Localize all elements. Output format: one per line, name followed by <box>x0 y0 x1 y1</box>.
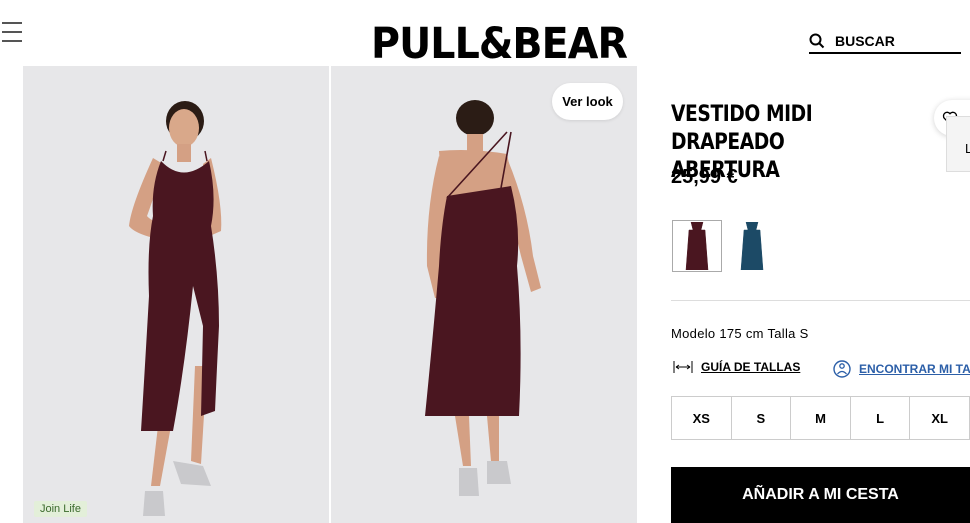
search-icon <box>809 33 825 49</box>
hamburger-icon[interactable] <box>2 22 22 42</box>
color-swatch-teal[interactable] <box>727 220 777 272</box>
brand-logo[interactable]: PULL&BEAR <box>371 18 628 70</box>
size-option-s[interactable]: S <box>732 397 792 439</box>
add-to-cart-button[interactable]: AÑADIR A MI CESTA <box>671 467 970 523</box>
color-swatch-burgundy[interactable] <box>672 220 722 272</box>
size-option-xl[interactable]: XL <box>910 397 969 439</box>
size-finder-label: ENCONTRAR MI TALLA <box>859 362 970 376</box>
size-guide-link[interactable]: GUÍA DE TALLAS <box>673 360 800 374</box>
join-life-badge: Join Life <box>34 501 87 517</box>
ruler-icon <box>673 361 693 373</box>
product-price: 25,99 € <box>671 166 738 188</box>
size-option-xs[interactable]: XS <box>672 397 732 439</box>
size-option-l[interactable]: L <box>851 397 911 439</box>
product-photo-front[interactable] <box>23 66 329 523</box>
side-tab[interactable]: L <box>946 116 970 172</box>
size-option-m[interactable]: M <box>791 397 851 439</box>
size-selector: XS S M L XL <box>671 396 970 440</box>
model-info: Modelo 175 cm Talla S <box>671 326 809 341</box>
size-finder-link[interactable]: ENCONTRAR MI TALLA <box>833 360 970 378</box>
product-photo-back[interactable] <box>331 66 637 523</box>
size-guide-label: GUÍA DE TALLAS <box>701 360 801 374</box>
person-icon <box>833 360 851 378</box>
search-bar[interactable] <box>809 30 961 54</box>
ver-look-button[interactable]: Ver look <box>552 83 623 120</box>
search-input[interactable] <box>835 33 945 49</box>
divider <box>671 300 970 301</box>
